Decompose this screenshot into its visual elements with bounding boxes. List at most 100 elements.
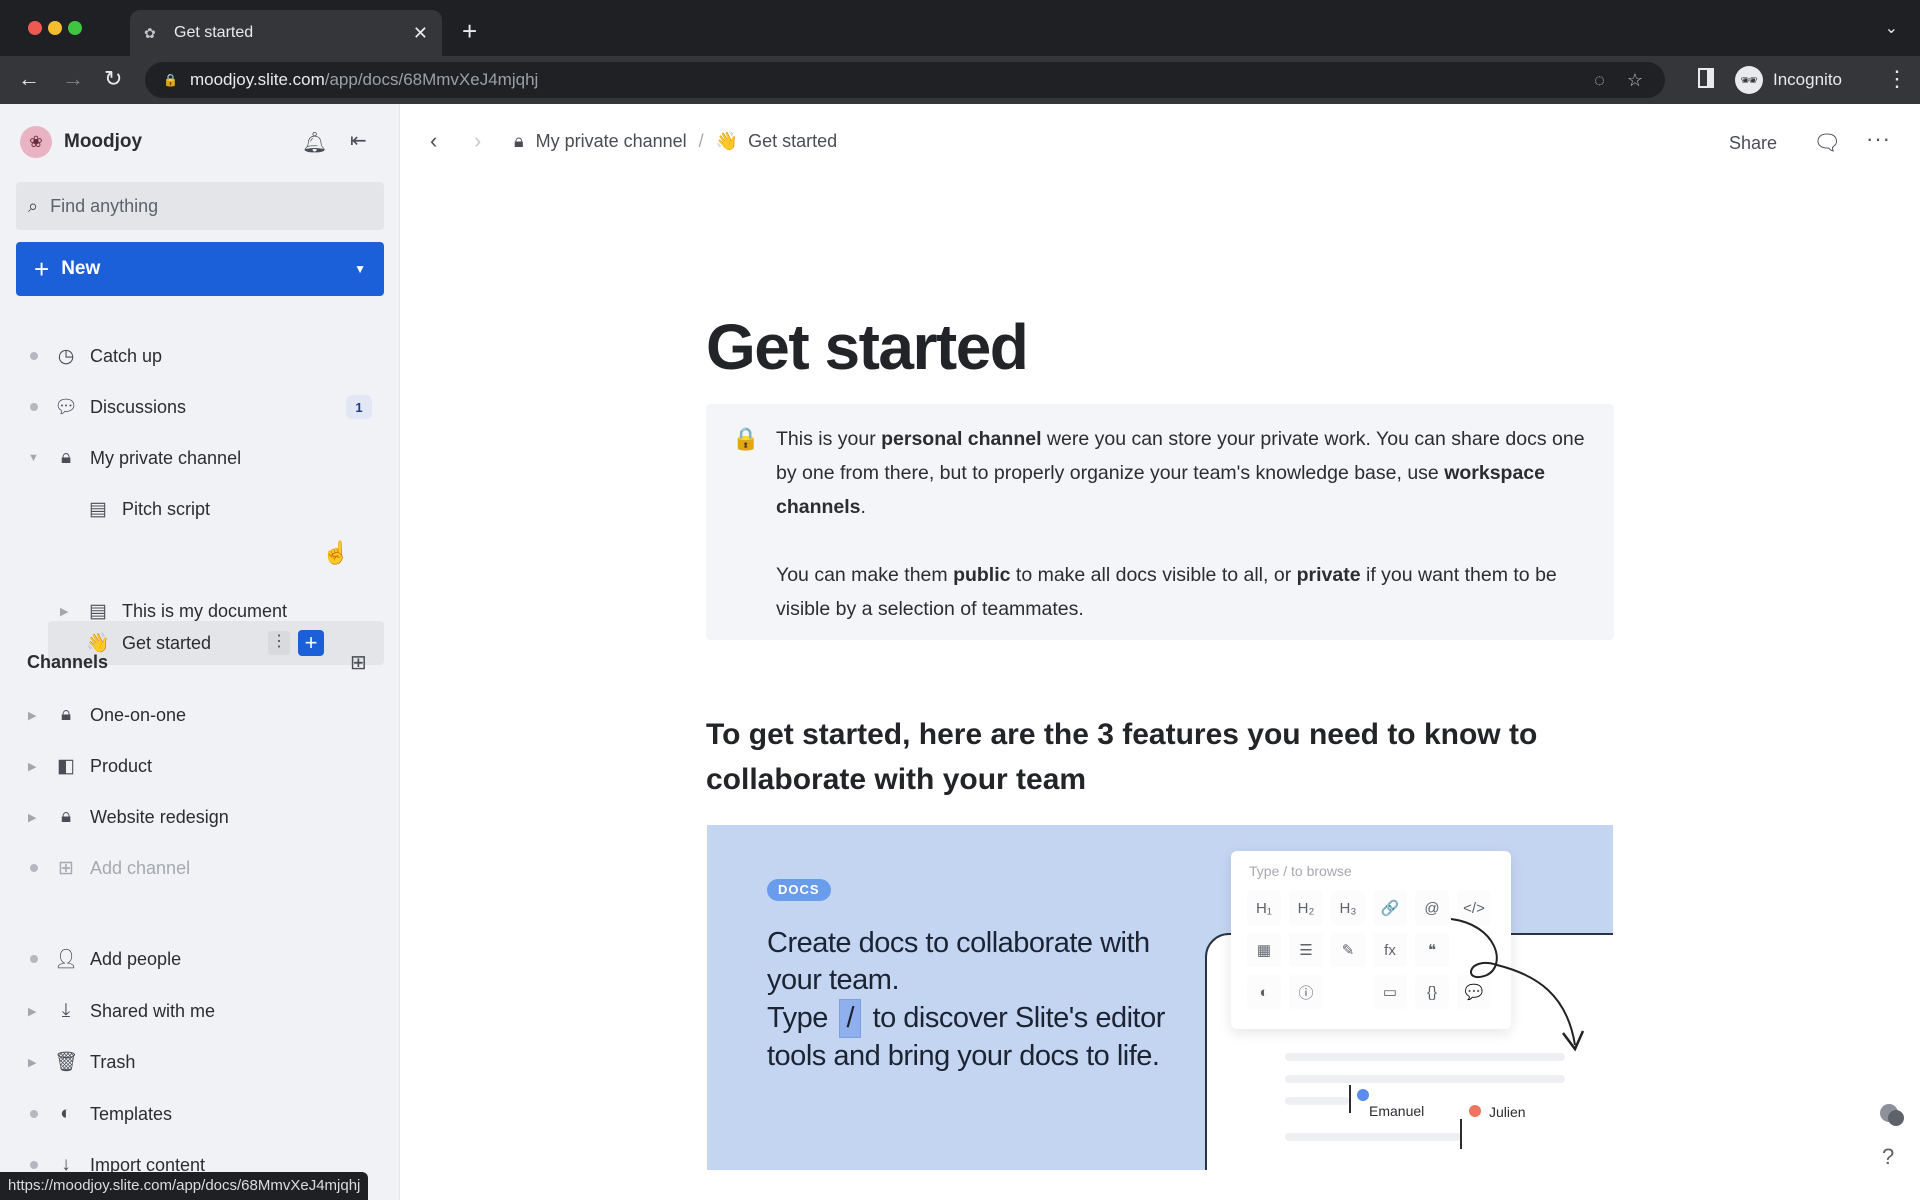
sidebar-item-label: Shared with me: [90, 1000, 216, 1021]
item-add-child-button[interactable]: +: [298, 630, 324, 656]
sidebar-add-channel[interactable]: ⊞ Add channel: [0, 846, 400, 890]
expand-caret-right-icon[interactable]: ▶: [60, 605, 68, 618]
doc-title[interactable]: Get started: [706, 310, 1029, 384]
sidebar-item-label: My private channel: [90, 447, 242, 468]
channel-icon: ◧: [57, 755, 75, 777]
sidebar-item-label: Add channel: [90, 857, 191, 878]
sidebar-item-label: Trash: [90, 1051, 136, 1072]
reload-icon[interactable]: ↻: [104, 66, 122, 92]
share-button[interactable]: Share: [1729, 133, 1777, 154]
expand-caret-right-icon[interactable]: ▶: [28, 709, 36, 722]
expand-caret-right-icon[interactable]: ▶: [28, 811, 36, 824]
sidebar-item-label: Templates: [90, 1103, 173, 1124]
new-tab-button[interactable]: +: [462, 16, 477, 47]
window-zoom-button[interactable]: [68, 21, 82, 35]
breadcrumb: 🔒︎ My private channel / 👋 Get started: [514, 131, 837, 152]
bullet-icon: [30, 352, 38, 360]
bookmark-star-icon[interactable]: ☆: [1627, 70, 1643, 91]
browser-toolbar: ← → ↻ 🔒 moodjoy.slite.com/app/docs/68Mmv…: [0, 56, 1920, 104]
browser-menu-icon[interactable]: ⋮: [1886, 66, 1908, 92]
window-minimize-button[interactable]: [48, 21, 62, 35]
browser-tab-bar: ✿ Get started ✕ + ⌄: [0, 0, 1920, 56]
templates-icon: ◐: [60, 1103, 72, 1124]
bullet-icon: [30, 1110, 38, 1118]
bold-text: personal channel: [881, 428, 1042, 450]
tab-search-chevron-icon[interactable]: ⌄: [1885, 18, 1898, 38]
new-label: New: [61, 258, 101, 279]
expand-caret-right-icon[interactable]: ▶: [28, 1056, 36, 1069]
discussions-icon: 💬︎: [54, 397, 79, 418]
browser-tab[interactable]: ✿ Get started ✕: [130, 10, 442, 56]
workspace-logo-icon: ❀: [20, 126, 52, 158]
forward-arrow-icon[interactable]: →: [62, 66, 84, 92]
callout-paragraph-2: You can make them public to make all doc…: [776, 558, 1596, 626]
back-arrow-icon[interactable]: ←: [18, 66, 40, 92]
side-panel-icon[interactable]: [1698, 68, 1714, 88]
breadcrumb-separator: /: [698, 131, 704, 151]
slite-favicon-icon: ✿: [144, 24, 156, 41]
sidebar-channel-one-on-one[interactable]: ▶ 🔒︎ One-on-one: [0, 693, 400, 737]
clock-icon: ◷: [57, 345, 75, 367]
text-run: This is your: [776, 428, 882, 450]
incognito-icon: 🕶: [1735, 66, 1763, 94]
sidebar-item-label: Add people: [90, 948, 182, 969]
sidebar-item-label: One-on-one: [90, 704, 187, 725]
docs-feature-banner: DOCS Create docs to collaborate with you…: [707, 825, 1613, 1170]
history-forward-icon[interactable]: ›: [474, 128, 481, 154]
expand-caret-right-icon[interactable]: ▶: [28, 760, 36, 773]
incognito-profile-button[interactable]: 🕶 Incognito: [1735, 62, 1842, 98]
breadcrumb-doc[interactable]: Get started: [748, 131, 837, 152]
waving-hand-icon: 👋: [715, 131, 739, 151]
close-tab-icon[interactable]: ✕: [413, 23, 428, 44]
expand-caret-right-icon[interactable]: ▶: [28, 1005, 36, 1018]
notifications-bell-icon[interactable]: 🔔︎: [302, 130, 327, 155]
help-icon[interactable]: ?: [1882, 1144, 1894, 1170]
sidebar-channel-website-redesign[interactable]: ▶ 🔒︎ Website redesign: [0, 795, 400, 839]
item-more-options-icon[interactable]: ⋮: [268, 631, 290, 655]
more-options-icon[interactable]: ···: [1866, 126, 1891, 152]
collapse-sidebar-icon[interactable]: ⇤: [350, 128, 367, 153]
sidebar-item-this-is-my-document[interactable]: ▶ ▤ This is my document: [0, 589, 400, 633]
sidebar-item-label: Website redesign: [90, 806, 229, 827]
add-channel-icon: ⊞: [58, 857, 74, 879]
sidebar-item-templates[interactable]: ◐ Templates: [0, 1092, 400, 1136]
window-close-button[interactable]: [28, 21, 42, 35]
sidebar-item-catch-up[interactable]: ◷ Catch up: [0, 334, 400, 378]
new-dropdown-caret-icon[interactable]: ▼: [354, 262, 366, 276]
link-status-bar: https://moodjoy.slite.com/app/docs/68Mmv…: [0, 1172, 369, 1200]
sidebar-item-add-people[interactable]: 👤︎ Add people: [0, 937, 400, 981]
lock-icon: 🔒︎: [60, 447, 72, 468]
bullet-icon: [30, 403, 38, 411]
expand-caret-down-icon[interactable]: ▼: [28, 452, 39, 464]
breadcrumb-channel[interactable]: My private channel: [536, 131, 687, 152]
url-path: /app/docs/68MmvXeJ4mjqhj: [324, 70, 539, 89]
doc-icon: ▤: [89, 600, 107, 622]
add-channel-icon[interactable]: ⊞: [350, 650, 367, 675]
sidebar-item-label: Discussions: [90, 396, 187, 417]
url-bar[interactable]: 🔒 moodjoy.slite.com/app/docs/68MmvXeJ4mj…: [145, 62, 1665, 98]
text-run: You can make them: [776, 564, 954, 586]
sidebar-item-trash[interactable]: ▶ 🗑︎ Trash: [0, 1040, 400, 1084]
sidebar-item-pitch-script[interactable]: ▤ Pitch script: [0, 487, 400, 531]
lock-icon: 🔒: [163, 73, 178, 87]
tracking-eye-off-icon[interactable]: ◌: [1594, 70, 1605, 91]
callout-block[interactable]: 🔒 This is your personal channel were you…: [706, 404, 1614, 640]
comment-icon[interactable]: 🗨︎: [1813, 130, 1841, 156]
history-back-icon[interactable]: ‹: [430, 128, 437, 154]
incognito-label: Incognito: [1773, 70, 1842, 89]
workspace-switcher[interactable]: ❀ Moodjoy: [20, 126, 142, 158]
bullet-icon: [30, 1161, 38, 1169]
sidebar-item-label: This is my document: [122, 600, 288, 621]
doc-icon: ▤: [89, 498, 107, 520]
sidebar-channel-product[interactable]: ▶ ◧ Product: [0, 744, 400, 788]
search-input[interactable]: ⌕ Find anything: [16, 182, 384, 230]
section-heading[interactable]: To get started, here are the 3 features …: [706, 712, 1606, 802]
lock-icon: 🔒︎: [60, 806, 72, 827]
bold-text: public: [953, 564, 1011, 586]
new-button[interactable]: + New ▼: [16, 242, 384, 296]
sidebar-item-my-private-channel[interactable]: ▼ 🔒︎ My private channel: [0, 436, 400, 480]
sidebar-item-shared-with-me[interactable]: ▶ ⤓ Shared with me: [0, 989, 400, 1033]
sidebar-item-discussions[interactable]: 💬︎ Discussions 1: [0, 385, 400, 429]
plus-icon: +: [34, 253, 50, 284]
search-placeholder: Find anything: [50, 195, 159, 216]
